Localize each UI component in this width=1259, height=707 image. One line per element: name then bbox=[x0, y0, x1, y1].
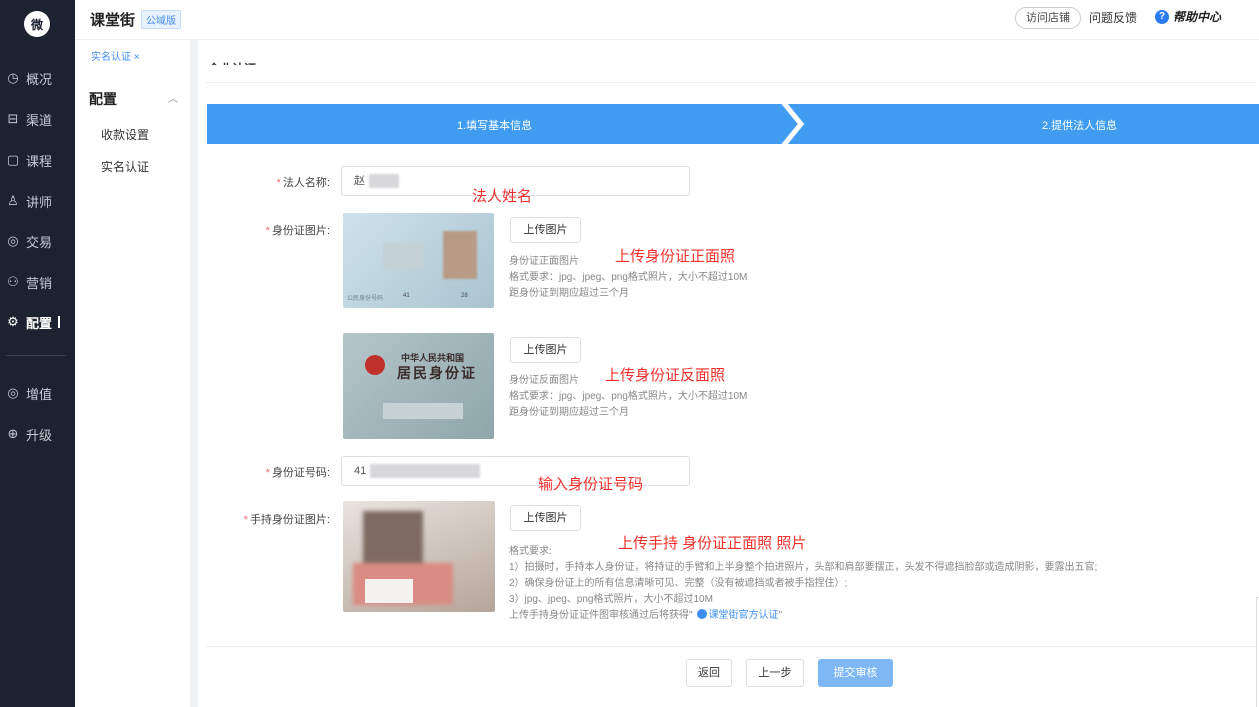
divider bbox=[206, 82, 1256, 83]
id-photo-label: * 身份证图片: bbox=[265, 225, 330, 237]
hold-photo-label: * 手持身份证图片: bbox=[243, 514, 330, 526]
section-title: 企业认证 bbox=[208, 60, 256, 65]
upload-back-button[interactable]: 上传图片 bbox=[510, 337, 581, 363]
app-logo[interactable]: 微 bbox=[24, 11, 50, 37]
hold-hint: 格式要求: 1）拍摄时，手持本人身份证，将持证的手臂和上半身整个拍进照片，头部和… bbox=[509, 546, 1098, 621]
help-center-link[interactable]: ? 帮助中心 bbox=[1155, 8, 1221, 25]
annotation-front: 上传身份证正面照 bbox=[615, 248, 736, 265]
sub-sidebar: 实名认证 × 配置 ︿ 收款设置 实名认证 bbox=[75, 40, 190, 707]
nav-item-marketing[interactable]: ⚇ 营销 bbox=[0, 270, 75, 294]
step-2: 2.提供法人信息 bbox=[1042, 120, 1118, 132]
annotation-number: 输入身份证号码 bbox=[538, 476, 644, 493]
upload-hold-button[interactable]: 上传图片 bbox=[510, 505, 581, 531]
chevron-up-icon[interactable]: ︿ bbox=[168, 90, 178, 105]
sub-item-payment-settings[interactable]: 收款设置 bbox=[101, 126, 149, 143]
nav-item-trades[interactable]: ◎ 交易 bbox=[0, 229, 75, 253]
edition-badge: 公域版 bbox=[141, 10, 181, 29]
upload-front-button[interactable]: 上传图片 bbox=[510, 217, 581, 243]
nav-item-label: 渠道 bbox=[26, 112, 53, 128]
help-label: 帮助中心 bbox=[1173, 10, 1222, 24]
breadcrumb-tab[interactable]: 实名认证 × bbox=[91, 48, 140, 63]
annotation-back: 上传身份证反面照 bbox=[605, 367, 726, 384]
nav-item-label: 增值 bbox=[26, 386, 53, 402]
sub-sidebar-title[interactable]: 配置 bbox=[89, 89, 117, 109]
nav-item-label: 营销 bbox=[26, 275, 53, 291]
marketing-icon: ⚇ bbox=[7, 274, 19, 289]
nav-item-value-added[interactable]: ◎ 增值 bbox=[0, 381, 75, 405]
gear-icon: ⚙ bbox=[7, 314, 19, 329]
value-added-icon: ◎ bbox=[7, 385, 19, 400]
nav-item-label: 升级 bbox=[26, 427, 53, 443]
nav-item-overview[interactable]: ◷ 概况 bbox=[0, 66, 75, 90]
nav-item-lecturers[interactable]: ♙ 讲师 bbox=[0, 189, 75, 213]
sub-item-real-name-auth[interactable]: 实名认证 bbox=[101, 158, 149, 175]
nav-item-label: 讲师 bbox=[26, 194, 53, 210]
submit-review-button[interactable]: 提交审核 bbox=[818, 659, 893, 687]
nav-item-channels[interactable]: ⊟ 渠道 bbox=[0, 107, 75, 131]
lecturer-icon: ♙ bbox=[7, 193, 19, 208]
feedback-link[interactable]: 问题反馈 bbox=[1089, 9, 1137, 26]
main-nav: 微 ◷ 概况 ⊟ 渠道 ▢ 课程 ♙ 讲师 ◎ 交易 ⚇ 营销 ⚙ 配置 ◎ 增… bbox=[0, 0, 75, 707]
id-back-photo[interactable]: 中华人民共和国 居民身份证 bbox=[343, 333, 494, 439]
hold-id-photo[interactable] bbox=[343, 501, 495, 612]
nav-item-label: 概况 bbox=[26, 71, 53, 87]
footer-divider bbox=[206, 646, 1256, 647]
step-1: 1.填写基本信息 bbox=[457, 120, 533, 132]
step-progress-bar: 1.填写基本信息 2.提供法人信息 bbox=[207, 104, 1259, 144]
step-chevron-icon bbox=[781, 104, 805, 144]
nav-divider bbox=[6, 355, 66, 356]
visit-store-button[interactable]: 访问店铺 bbox=[1015, 7, 1081, 29]
legal-name-label: * 法人名称: bbox=[276, 177, 330, 189]
annotation-name: 法人姓名 bbox=[472, 188, 533, 205]
verified-icon bbox=[696, 609, 707, 619]
nav-item-upgrade[interactable]: ⊕ 升级 bbox=[0, 422, 75, 446]
upgrade-icon: ⊕ bbox=[7, 426, 19, 441]
id-front-photo[interactable]: 公民身份号码 41 28 bbox=[343, 213, 494, 308]
prev-step-button[interactable]: 上一步 bbox=[746, 659, 804, 687]
nav-item-courses[interactable]: ▢ 课程 bbox=[0, 148, 75, 172]
trade-icon: ◎ bbox=[7, 233, 19, 248]
nav-item-label: 配置 bbox=[26, 315, 53, 331]
channels-icon: ⊟ bbox=[7, 111, 19, 126]
back-button[interactable]: 返回 bbox=[686, 659, 732, 687]
brand-name: 课堂街 bbox=[90, 12, 136, 29]
nav-item-config[interactable]: ⚙ 配置 bbox=[0, 310, 75, 334]
official-cert-link[interactable]: 课堂街官方认证 bbox=[693, 609, 779, 621]
courses-icon: ▢ bbox=[6, 152, 20, 167]
main-content: 企业认证 1.填写基本信息 2.提供法人信息 *法人名称: 赵 法人姓名 *身份… bbox=[190, 40, 1259, 707]
question-icon: ? bbox=[1155, 9, 1169, 24]
id-number-label: * 身份证号码: bbox=[265, 467, 330, 479]
top-header: 课堂街 公域版 访问店铺 问题反馈 ? 帮助中心 bbox=[75, 0, 1259, 40]
overview-icon: ◷ bbox=[7, 70, 19, 85]
nav-item-label: 交易 bbox=[26, 234, 53, 250]
nav-item-label: 课程 bbox=[26, 153, 53, 169]
